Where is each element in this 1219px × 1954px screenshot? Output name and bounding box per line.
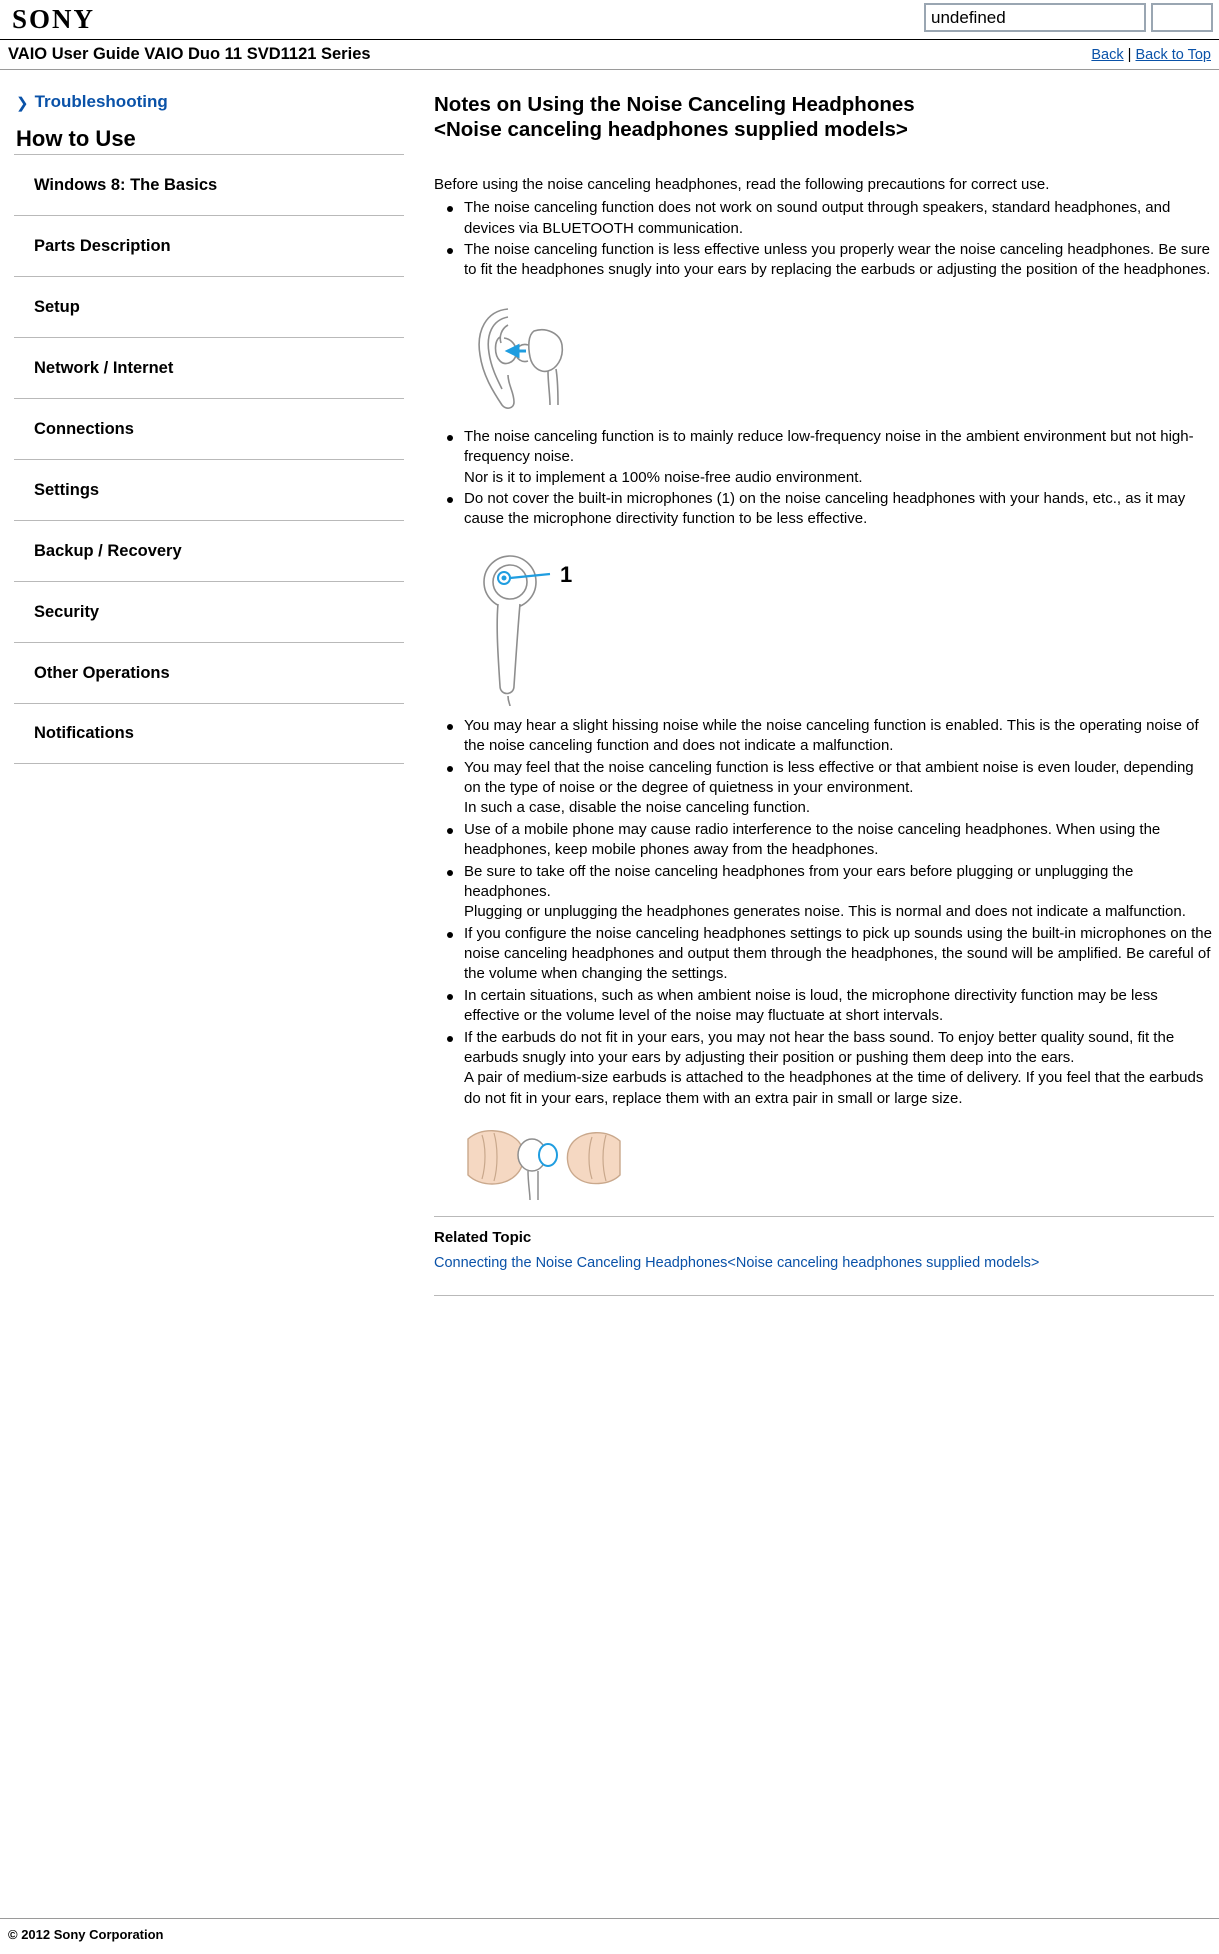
list-item: The noise canceling function is to mainl… [434, 427, 1214, 488]
precautions-list-1: The noise canceling function does not wo… [434, 198, 1214, 281]
list-item-text: Do not cover the built-in microphones (1… [464, 489, 1186, 528]
page-body: ❯ Troubleshooting How to Use Windows 8: … [0, 70, 1219, 1297]
list-item: The noise canceling function is less eff… [434, 240, 1214, 281]
list-item: Do not cover the built-in microphones (1… [434, 489, 1214, 530]
address-input[interactable] [924, 3, 1146, 32]
sidebar-item-label[interactable]: Parts Description [14, 237, 404, 256]
sidebar-item-security[interactable]: Security [14, 581, 404, 642]
sidebar-item-backup-recovery[interactable]: Backup / Recovery [14, 520, 404, 581]
list-item-text: You may hear a slight hissing noise whil… [464, 716, 1199, 755]
link-separator: | [1127, 47, 1132, 63]
list-item: Use of a mobile phone may cause radio in… [434, 820, 1214, 861]
sidebar-section-title: How to Use [16, 126, 136, 151]
list-item: The noise canceling function does not wo… [434, 198, 1214, 239]
back-link[interactable]: Back [1091, 47, 1123, 63]
ear-with-earbud-icon [478, 308, 564, 409]
sidebar-item-label[interactable]: Setup [14, 298, 404, 317]
sidebar-item-label[interactable]: Windows 8: The Basics [14, 176, 404, 195]
earbud-microphone-icon: 1 [483, 554, 572, 706]
sidebar-item-label[interactable]: Connections [14, 420, 404, 439]
sidebar-nav-list: Windows 8: The Basics Parts Description … [14, 154, 404, 764]
list-item: If the earbuds do not fit in your ears, … [434, 1028, 1214, 1110]
list-item-text: Use of a mobile phone may cause radio in… [464, 820, 1161, 859]
sidebar-item-label[interactable]: Backup / Recovery [14, 542, 404, 561]
sidebar-item-setup[interactable]: Setup [14, 276, 404, 337]
content-bottom-divider [434, 1295, 1214, 1297]
browser-toolbar: SONY [0, 0, 1219, 40]
list-item: You may feel that the noise canceling fu… [434, 758, 1214, 819]
sidebar-item-label[interactable]: Notifications [14, 724, 404, 743]
list-item-text: The noise canceling function is to mainl… [464, 427, 1194, 486]
article-content: Notes on Using the Noise Canceling Headp… [434, 92, 1214, 1297]
address-bar-group [924, 3, 1213, 32]
list-item-text: If the earbuds do not fit in your ears, … [464, 1028, 1204, 1107]
sidebar-item-windows-basics[interactable]: Windows 8: The Basics [14, 154, 404, 215]
go-button[interactable] [1151, 3, 1213, 32]
list-item: In certain situations, such as when ambi… [434, 986, 1214, 1027]
sidebar-item-parts-description[interactable]: Parts Description [14, 215, 404, 276]
sidebar-item-label[interactable]: Settings [14, 481, 404, 500]
article-title-line2: <Noise canceling headphones supplied mod… [434, 118, 908, 141]
related-topic-section: Related Topic Connecting the Noise Cance… [434, 1216, 1214, 1273]
sidebar-item-notifications[interactable]: Notifications [14, 703, 404, 764]
back-to-top-link[interactable]: Back to Top [1135, 47, 1211, 63]
list-item: If you configure the noise canceling hea… [434, 924, 1214, 985]
precautions-list-2: The noise canceling function is to mainl… [434, 427, 1214, 530]
guide-header: VAIO User Guide VAIO Duo 11 SVD1121 Seri… [0, 40, 1219, 70]
page-title: VAIO User Guide VAIO Duo 11 SVD1121 Seri… [8, 45, 371, 63]
list-item-text: If you configure the noise canceling hea… [464, 924, 1212, 983]
sidebar-item-label[interactable]: Other Operations [14, 664, 404, 683]
hands-replacing-earbud-icon [467, 1130, 621, 1201]
sony-logo: SONY [12, 4, 96, 34]
related-topic-heading: Related Topic [434, 1229, 532, 1247]
footer: © 2012 Sony Corporation [0, 1918, 1219, 1942]
list-item-text: Be sure to take off the noise canceling … [464, 862, 1186, 921]
sidebar-item-connections[interactable]: Connections [14, 398, 404, 459]
precautions-list-3: You may hear a slight hissing noise whil… [434, 716, 1214, 1109]
article-title: Notes on Using the Noise Canceling Headp… [434, 92, 1214, 142]
sidebar-item-other-operations[interactable]: Other Operations [14, 642, 404, 703]
figure-callout-number: 1 [560, 562, 572, 587]
article-title-line1: Notes on Using the Noise Canceling Headp… [434, 93, 915, 116]
list-item: You may hear a slight hissing noise whil… [434, 716, 1214, 757]
chevron-right-icon: ❯ [16, 94, 29, 112]
list-item: Be sure to take off the noise canceling … [434, 862, 1214, 923]
list-item-text: In certain situations, such as when ambi… [464, 986, 1158, 1025]
sidebar: ❯ Troubleshooting How to Use Windows 8: … [14, 92, 404, 764]
list-item-text: You may feel that the noise canceling fu… [464, 758, 1194, 817]
figure-replace-earbud [434, 1125, 1214, 1201]
sidebar-item-label[interactable]: Network / Internet [14, 359, 404, 378]
header-links: Back | Back to Top [1091, 47, 1211, 63]
sidebar-item-network-internet[interactable]: Network / Internet [14, 337, 404, 398]
sidebar-item-settings[interactable]: Settings [14, 459, 404, 520]
copyright-text: © 2012 Sony Corporation [8, 1927, 164, 1942]
figure-ear-fit [434, 297, 1214, 417]
article-intro: Before using the noise canceling headpho… [434, 176, 1050, 193]
sidebar-item-label[interactable]: Security [14, 603, 404, 622]
troubleshooting-label[interactable]: Troubleshooting [35, 92, 168, 112]
sidebar-item-troubleshooting[interactable]: ❯ Troubleshooting [16, 92, 404, 112]
figure-microphone-location: 1 [434, 546, 1214, 706]
related-topic-link[interactable]: Connecting the Noise Canceling Headphone… [434, 1254, 1039, 1273]
